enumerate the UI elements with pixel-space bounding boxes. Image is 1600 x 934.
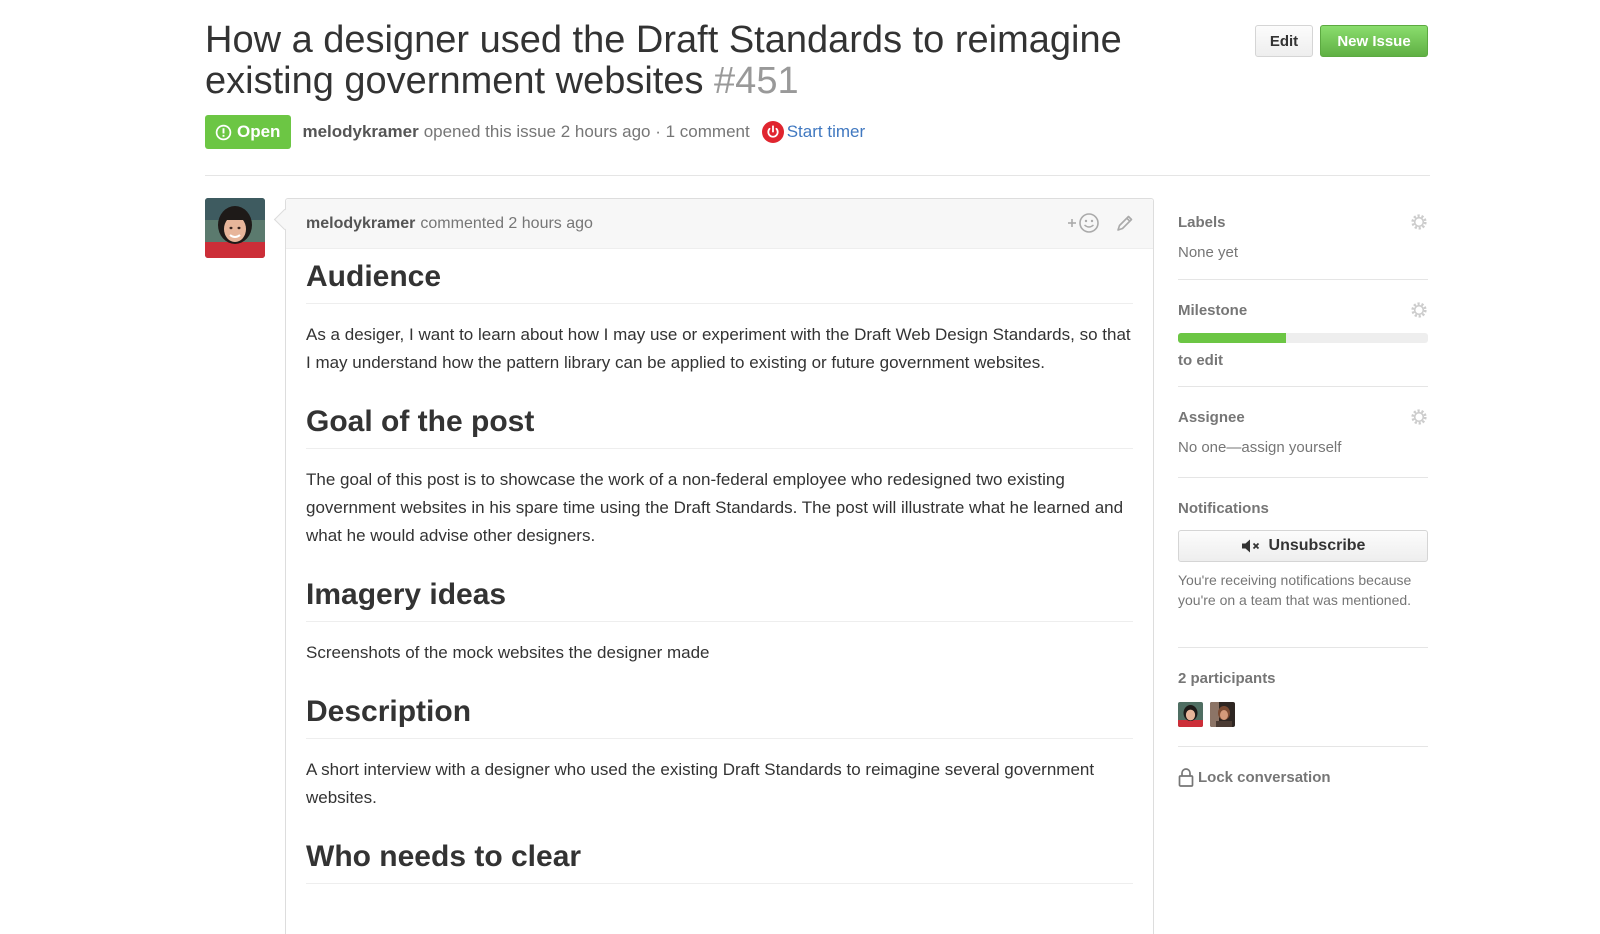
labels-title: Labels	[1178, 214, 1226, 231]
participant-avatar[interactable]	[1210, 702, 1236, 727]
state-label: Open	[237, 122, 281, 141]
comment-author-link[interactable]: melodykramer	[306, 215, 415, 233]
pencil-icon[interactable]	[1115, 213, 1135, 233]
assignee-section: Assignee No one—assign yourself	[1178, 387, 1428, 478]
issue-meta: Open melodykramer opened this issue 2 ho…	[205, 115, 865, 149]
lock-icon	[1178, 767, 1194, 787]
milestone-edit-link[interactable]: to edit	[1178, 352, 1428, 369]
state-badge: Open	[205, 115, 292, 149]
unsubscribe-label: Unsubscribe	[1268, 537, 1366, 554]
participants-list	[1178, 702, 1428, 732]
new-issue-button[interactable]: New Issue	[1320, 25, 1428, 57]
section-heading-clearance: Who needs to clear	[306, 837, 1133, 884]
section-text-audience: As a desiger, I want to learn about how …	[306, 325, 1131, 372]
issue-opened-icon	[215, 124, 232, 141]
mute-icon	[1241, 538, 1263, 554]
gear-icon[interactable]	[1410, 408, 1428, 431]
notifications-reason: You're receiving notifications because y…	[1178, 572, 1412, 608]
gear-icon[interactable]	[1410, 301, 1428, 324]
gear-icon[interactable]	[1410, 213, 1428, 236]
comment-actions	[1067, 212, 1135, 234]
issue-title-text: How a designer used the Draft Standards …	[205, 19, 1122, 102]
participants-section: 2 participants	[1178, 648, 1428, 747]
sidebar: Labels None yet Milestone to edit Assign…	[1178, 198, 1428, 787]
milestone-progress-bar	[1178, 333, 1428, 343]
comment-timestamp: commented 2 hours ago	[420, 214, 593, 232]
lock-conversation-link[interactable]: Lock conversation	[1178, 767, 1428, 787]
issue-page: How a designer used the Draft Standards …	[0, 0, 1600, 934]
add-reaction-icon[interactable]	[1067, 212, 1101, 234]
section-heading-audience: Audience	[306, 257, 1133, 304]
labels-section: Labels None yet	[1178, 198, 1428, 280]
assignee-title: Assignee	[1178, 409, 1245, 426]
start-timer-link[interactable]: Start timer	[787, 122, 865, 142]
issue-number: #451	[714, 60, 799, 102]
section-heading-imagery: Imagery ideas	[306, 575, 1133, 622]
section-text-description: A short interview with a designer who us…	[306, 760, 1095, 807]
notifications-section: Notifications Unsubscribe You're receivi…	[1178, 478, 1428, 648]
milestone-progress-fill	[1178, 333, 1286, 343]
issue-title: How a designer used the Draft Standards …	[205, 20, 1205, 102]
header-actions: Edit New Issue	[1255, 25, 1428, 57]
section-heading-description: Description	[306, 692, 1133, 739]
issue-author-link[interactable]: melodykramer	[302, 122, 418, 142]
edit-button[interactable]: Edit	[1255, 25, 1313, 57]
avatar[interactable]	[205, 198, 265, 258]
unsubscribe-button[interactable]: Unsubscribe	[1178, 530, 1428, 562]
comment-body: Audience As a desiger, I want to learn a…	[286, 249, 1153, 884]
section-text-imagery: Screenshots of the mock websites the des…	[306, 643, 710, 662]
participants-title: 2 participants	[1178, 670, 1276, 687]
labels-value: None yet	[1178, 244, 1239, 261]
section-heading-goal: Goal of the post	[306, 402, 1133, 449]
participant-avatar[interactable]	[1178, 702, 1203, 727]
milestone-section: Milestone to edit	[1178, 280, 1428, 387]
milestone-title: Milestone	[1178, 302, 1248, 319]
section-text-goal: The goal of this post is to showcase the…	[306, 470, 1124, 545]
issue-opened-text: opened this issue 2 hours ago · 1 commen…	[423, 122, 750, 141]
power-icon[interactable]	[761, 121, 784, 143]
comment-header: melodykramer commented 2 hours ago	[286, 199, 1153, 249]
assignee-value[interactable]: No one—assign yourself	[1178, 439, 1428, 456]
comment-box: melodykramer commented 2 hours ago Audie…	[285, 198, 1154, 934]
lock-conversation-label: Lock conversation	[1198, 768, 1331, 786]
notifications-title: Notifications	[1178, 500, 1269, 517]
header-divider	[205, 175, 1430, 176]
